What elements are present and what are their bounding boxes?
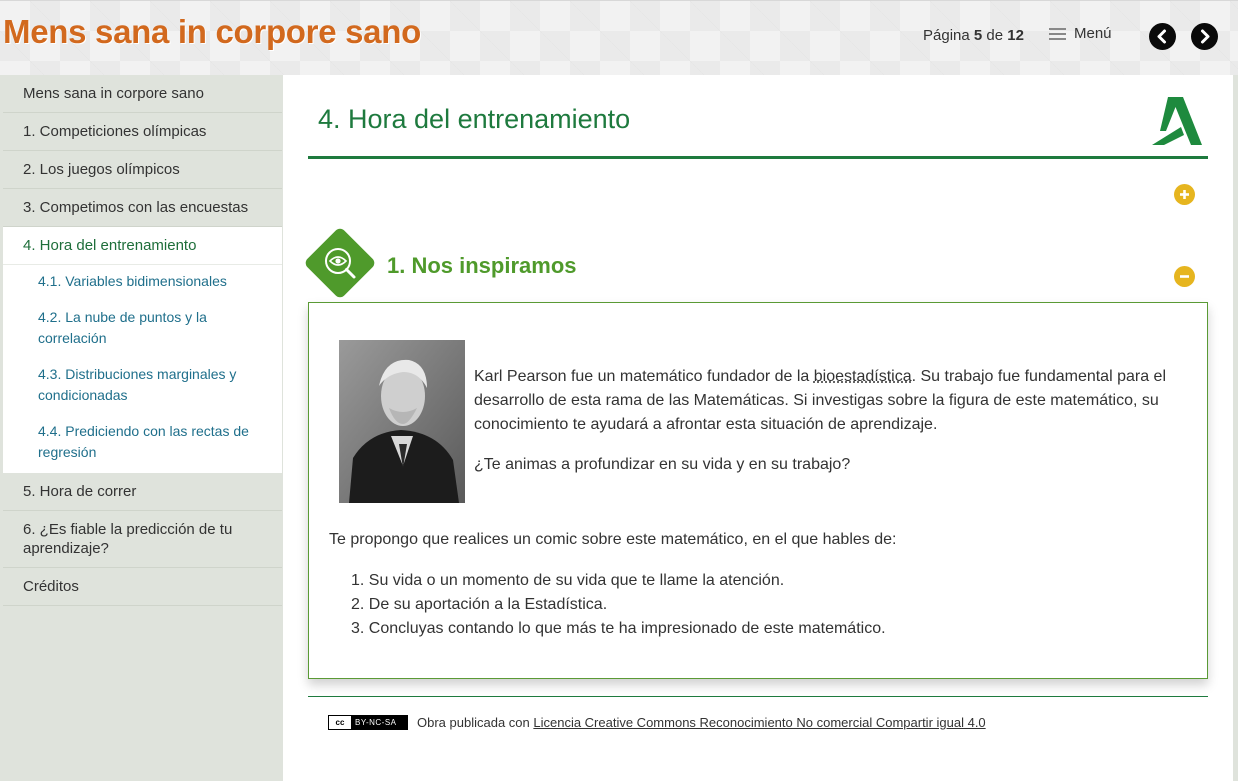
question-text: ¿Te animas a profundizar en su vida y en…	[474, 456, 851, 473]
section-card: Karl Pearson fue un matemático fundador …	[308, 302, 1208, 679]
minus-circle-icon	[1180, 275, 1189, 278]
list-item: 3. Concluyas contando lo que más te ha i…	[351, 620, 886, 637]
previous-page-button[interactable]	[1149, 23, 1176, 50]
cc-terms: BY-NC-SA	[355, 718, 397, 727]
sidebar-subitem-variables[interactable]: 4.1. Variables bidimensionales	[3, 265, 282, 299]
expand-all-button[interactable]	[1174, 184, 1195, 205]
page-total: 12	[1007, 27, 1024, 44]
menu-button[interactable]: Menú	[1049, 25, 1112, 42]
chevron-right-icon	[1201, 29, 1210, 44]
sidebar-subitem-rectas-regresion[interactable]: 4.4. Prediciendo con las rectas de regre…	[3, 413, 282, 473]
license-link[interactable]: Licencia Creative Commons Reconocimiento…	[533, 715, 985, 730]
karl-pearson-portrait	[339, 340, 465, 503]
task-list: 1. Su vida o un momento de su vida que t…	[351, 569, 886, 641]
list-item: 2. De su aportación a la Estadística.	[351, 596, 608, 613]
header-bar: Mens sana in corpore sano Página 5 de 12…	[0, 0, 1238, 75]
section-title: 1. Nos inspiramos	[387, 253, 577, 278]
cc-license-badge: cc BY-NC-SA	[328, 715, 408, 730]
glossary-term-bioestadistica[interactable]: bioestadística	[814, 368, 912, 385]
page-indicator: Página 5 de 12	[923, 27, 1024, 44]
page-prefix: Página	[923, 27, 970, 44]
next-page-button[interactable]	[1191, 23, 1218, 50]
sidebar-nav: Mens sana in corpore sano 1. Competicion…	[3, 75, 282, 781]
intro-paragraph: Karl Pearson fue un matemático fundador …	[474, 365, 1189, 437]
sidebar-subitem-nube-puntos[interactable]: 4.2. La nube de puntos y la correlación	[3, 299, 282, 356]
title-divider	[308, 156, 1208, 159]
sidebar-item-creditos[interactable]: Créditos	[3, 568, 282, 606]
sidebar-item-prediccion[interactable]: 6. ¿Es fiable la predicción de tu aprend…	[3, 511, 282, 568]
cc-logo: cc	[329, 716, 351, 729]
hamburger-icon	[1049, 27, 1066, 40]
page-of: de	[986, 27, 1004, 44]
license-prefix: Obra publicada con	[417, 715, 534, 730]
sidebar-item-correr[interactable]: 5. Hora de correr	[3, 473, 282, 511]
page-current: 5	[973, 27, 983, 44]
intro-text-start: Karl Pearson fue un matemático fundador …	[474, 368, 814, 385]
license-text: Obra publicada con Licencia Creative Com…	[417, 715, 986, 730]
sidebar-item-home[interactable]: Mens sana in corpore sano	[3, 75, 282, 113]
junta-andalucia-logo	[1152, 97, 1202, 145]
sidebar-item-juegos[interactable]: 2. Los juegos olímpicos	[3, 151, 282, 189]
sidebar-item-encuestas[interactable]: 3. Competimos con las encuestas	[3, 189, 282, 227]
menu-label: Menú	[1074, 25, 1112, 42]
sidebar-subitem-distribuciones[interactable]: 4.3. Distribuciones marginales y condici…	[3, 356, 282, 413]
sidebar-item-entrenamiento[interactable]: 4. Hora del entrenamiento	[3, 227, 282, 265]
page-title: 4. Hora del entrenamiento	[318, 104, 631, 134]
collapse-section-button[interactable]	[1174, 266, 1195, 287]
footer-divider	[308, 696, 1208, 697]
chevron-left-icon	[1157, 29, 1166, 44]
sidebar-item-competiciones[interactable]: 1. Competiciones olímpicas	[3, 113, 282, 151]
task-text: Te propongo que realices un comic sobre …	[329, 531, 897, 548]
main-content: 4. Hora del entrenamiento 1. Nos inspira…	[283, 75, 1233, 781]
list-item: 1. Su vida o un momento de su vida que t…	[351, 572, 785, 589]
plus-circle-icon	[1180, 190, 1189, 199]
site-title: Mens sana in corpore sano	[3, 13, 421, 50]
magnifier-eye-icon	[325, 248, 356, 279]
